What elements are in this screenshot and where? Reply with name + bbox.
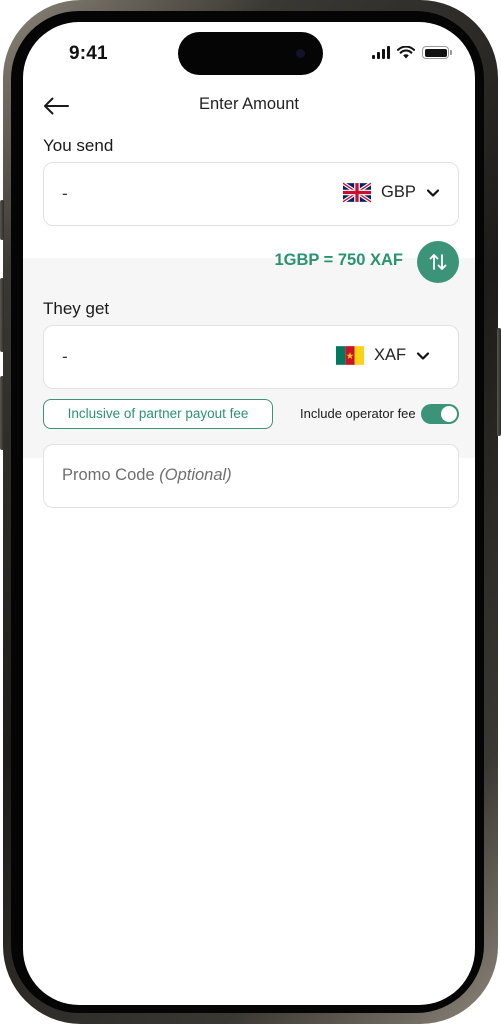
toggle-knob <box>441 406 457 422</box>
receive-amount-field[interactable]: - XAF <box>43 325 459 389</box>
send-currency-code: GBP <box>381 183 416 201</box>
dynamic-island <box>178 32 323 75</box>
page-title: Enter Amount <box>199 95 299 113</box>
uk-flag-icon <box>343 182 371 203</box>
volume-down-button <box>0 376 4 450</box>
status-icons <box>372 46 452 59</box>
exchange-rate-text: 1GBP = 750 XAF <box>274 251 403 269</box>
operator-fee-toggle[interactable] <box>421 404 459 424</box>
action-button <box>0 200 4 240</box>
swap-arrows-icon <box>429 254 447 270</box>
send-currency-selector[interactable]: GBP <box>343 182 440 203</box>
promo-code-placeholder: Promo Code (Optional) <box>62 466 232 485</box>
promo-placeholder-main: Promo Code <box>62 466 155 484</box>
volume-up-button <box>0 278 4 352</box>
send-amount-field[interactable]: - GBP <box>43 162 459 226</box>
chevron-down-icon <box>416 351 430 360</box>
power-button <box>497 328 501 436</box>
promo-placeholder-optional: (Optional) <box>159 466 232 484</box>
cameroon-flag-icon <box>336 346 364 365</box>
cellular-signal-icon <box>372 46 390 59</box>
wifi-icon <box>397 46 415 59</box>
send-amount-value[interactable]: - <box>62 184 68 204</box>
status-time: 9:41 <box>69 43 108 64</box>
receive-amount-value[interactable]: - <box>62 347 68 367</box>
partner-fee-badge: Inclusive of partner payout fee <box>43 399 273 429</box>
send-label: You send <box>43 136 114 155</box>
app-screen: 9:41 Enter Amount You send - GBP 1GBP = … <box>23 22 475 1005</box>
receive-currency-code: XAF <box>374 346 407 364</box>
camera-icon <box>296 49 305 58</box>
receive-currency-selector[interactable]: XAF <box>336 345 430 366</box>
receive-label: They get <box>43 299 110 318</box>
promo-code-field[interactable]: Promo Code (Optional) <box>43 444 459 508</box>
chevron-down-icon <box>426 188 439 197</box>
operator-fee-label: Include operator fee <box>300 406 416 421</box>
header: Enter Amount <box>23 92 475 120</box>
swap-currency-button[interactable] <box>417 241 459 283</box>
battery-icon <box>422 46 452 59</box>
